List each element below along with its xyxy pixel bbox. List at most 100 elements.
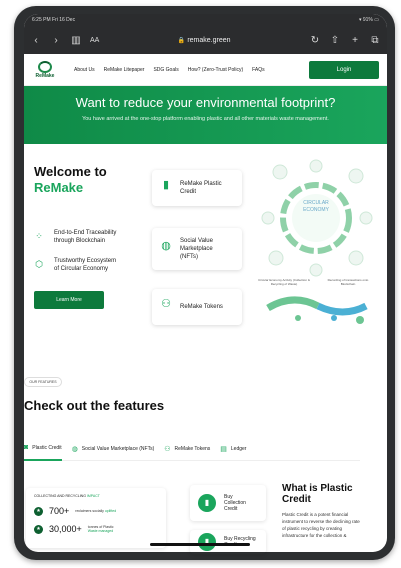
share-icon[interactable]: ⇧ <box>329 34 341 46</box>
impact-stat-tonnes-number: 30,000+ <box>49 524 82 534</box>
card-plastic-credit-line2: Credit <box>180 189 197 195</box>
card-social-value-line2: Marketplace <box>180 246 213 252</box>
battery-percent: 91% <box>362 17 373 23</box>
star-icon: ★ <box>34 524 43 534</box>
features-title: Check out the features <box>24 398 165 413</box>
impact-stat-tonnes-desc: tonnes of Plastic Waste managed <box>88 525 114 533</box>
impact-stat-tonnes: ★ 30,000+ tonnes of Plastic Waste manage… <box>34 524 158 534</box>
feature-traceability-text: End-to-End Traceability through Blockcha… <box>54 229 116 245</box>
feature-ecosystem-line2: of Circular Economy <box>54 266 109 272</box>
status-time: 6:25 PM Fri 16 Dec <box>32 17 76 23</box>
tokens-icon: ⚇ <box>161 298 171 310</box>
diagram-caption-left: Circular Economy Activity (Collection & … <box>258 278 310 286</box>
tabs-icon[interactable]: ⧉ <box>369 34 381 46</box>
features-tabs: ◙ Plastic Credit ◍ Social Value Marketpl… <box>24 437 360 461</box>
buy-collection-credit-text: Buy Collection Credit <box>224 494 246 512</box>
bottle-icon: ▮ <box>198 533 216 551</box>
browser-chrome: 6:25 PM Fri 16 Dec ▾ 91% ▭ ‹ › ▥ AA 🔒 rem… <box>24 14 387 54</box>
impact-heading-a: COLLECTING AND RECYCLING <box>34 494 86 498</box>
reload-icon[interactable]: ↻ <box>309 34 321 46</box>
forward-icon[interactable]: › <box>50 34 62 46</box>
battery-indicator: ▾ 91% ▭ <box>358 17 379 23</box>
plastic-credit-description: Plastic Credit is a potent financial ins… <box>282 512 360 538</box>
network-icon: ⁘ <box>35 231 43 241</box>
learn-more-button[interactable]: Learn More <box>34 291 104 309</box>
welcome-title-line1: Welcome to <box>34 164 107 179</box>
features-tag: OUR FEATURES <box>24 377 62 387</box>
tab-remake-tokens[interactable]: ⚇ ReMake Tokens <box>164 437 210 461</box>
impact-stat-reclaimers-number: 700+ <box>49 506 70 516</box>
bottle-icon: ▮ <box>198 494 216 512</box>
diagram-caption-right: Recording of transactions onto Blockchai… <box>327 278 369 286</box>
browser-toolbar: ‹ › ▥ AA 🔒 remake.green ↻ ⇧ + ⧉ <box>24 26 387 54</box>
book-icon[interactable]: ▥ <box>70 34 82 46</box>
impact-card: COLLECTING AND RECYCLING IMPACT ★ 700+ r… <box>26 488 166 548</box>
welcome-title-line2: ReMake <box>34 180 84 195</box>
address-url: remake.green <box>187 36 231 44</box>
plus-icon[interactable]: + <box>349 34 361 46</box>
buy-collection-line3: Credit <box>224 506 238 512</box>
impact-stat-reclaimers-desc-b: uplifted <box>104 509 117 513</box>
welcome-title: Welcome to ReMake <box>34 164 107 196</box>
impact-heading: COLLECTING AND RECYCLING IMPACT <box>34 494 158 498</box>
address-bar[interactable]: 🔒 remake.green <box>107 37 301 44</box>
plastic-credit-title: What is Plastic Credit <box>282 483 353 505</box>
card-social-value[interactable]: ◍ Social Value Marketplace (NFTs) <box>152 228 242 270</box>
hero-title: Want to reduce your environmental footpr… <box>75 95 336 110</box>
login-button[interactable]: Login <box>309 60 379 79</box>
globe-icon: ◍ <box>71 445 78 453</box>
tab-ledger-label: Ledger <box>230 445 247 452</box>
buy-collection-credit-card[interactable]: ▮ Buy Collection Credit <box>190 485 266 521</box>
impact-stat-reclaimers: ★ 700+ reclaimers socially uplifted <box>34 506 158 516</box>
lock-icon: 🔒 <box>177 37 186 44</box>
impact-heading-b: IMPACT <box>86 494 100 498</box>
nav-link-sdg[interactable]: SDG Goals <box>153 67 178 73</box>
tab-social-value-label: Social Value Marketplace (NFTs) <box>81 445 155 452</box>
star-icon: ★ <box>34 506 43 516</box>
feature-ecosystem: ⬡ Trustworthy Ecosystem of Circular Econ… <box>34 257 116 273</box>
bottle-icon: ▮ <box>162 179 170 191</box>
nav-link-litepaper[interactable]: ReMake Litepaper <box>104 67 145 73</box>
tab-ledger[interactable]: ▤ Ledger <box>220 437 246 461</box>
card-remake-tokens-line1: ReMake Tokens <box>180 304 223 310</box>
nav-link-faqs[interactable]: FAQs <box>252 67 265 73</box>
welcome-section: Welcome to ReMake ⁘ End-to-End Traceabil… <box>24 144 387 370</box>
card-social-value-line1: Social Value <box>180 238 213 244</box>
browser-screen: 6:25 PM Fri 16 Dec ▾ 91% ▭ ‹ › ▥ AA 🔒 rem… <box>24 14 387 552</box>
site-nav: ReMake About Us ReMake Litepaper SDG Goa… <box>24 54 387 86</box>
logo-text: ReMake <box>35 72 55 79</box>
nav-link-about[interactable]: About Us <box>74 67 95 73</box>
tab-social-value[interactable]: ◍ Social Value Marketplace (NFTs) <box>72 437 155 461</box>
remake-logo[interactable]: ReMake <box>32 60 58 79</box>
card-plastic-credit[interactable]: ▮ ReMake Plastic Credit <box>152 170 242 206</box>
nav-link-how[interactable]: How? (Zero-Trust Policy) <box>188 67 243 73</box>
card-plastic-credit-text: ReMake Plastic Credit <box>180 180 222 196</box>
plastic-credit-icon: ◙ <box>24 444 29 451</box>
reader-aa-button[interactable]: AA <box>90 37 99 44</box>
card-plastic-credit-line1: ReMake Plastic <box>180 181 222 187</box>
status-bar: 6:25 PM Fri 16 Dec ▾ 91% ▭ <box>24 14 387 26</box>
feature-ecosystem-line1: Trustworthy Ecosystem <box>54 258 117 264</box>
cube-icon: ⬡ <box>35 259 43 269</box>
circular-economy-diagram: CIRCULAR ECONOMY Circular Economy Activi… <box>258 158 378 343</box>
nav-links: About Us ReMake Litepaper SDG Goals How?… <box>74 67 265 73</box>
buy-recycling-credit-card[interactable]: ▮ Buy Recycling Credit <box>190 530 266 554</box>
globe-icon: ◍ <box>161 240 171 252</box>
hero-subtitle: You have arrived at the one-stop platfor… <box>82 116 329 122</box>
tab-remake-tokens-label: ReMake Tokens <box>174 445 211 452</box>
tab-plastic-credit[interactable]: ◙ Plastic Credit <box>24 437 62 461</box>
card-social-value-text: Social Value Marketplace (NFTs) <box>180 237 213 261</box>
impact-stat-reclaimers-desc: reclaimers socially uplifted <box>75 509 116 513</box>
ledger-icon: ▤ <box>220 445 227 453</box>
feature-traceability-line2: through Blockchain <box>54 238 106 244</box>
logo-mark-icon <box>38 60 52 73</box>
feature-traceability-line1: End-to-End Traceability <box>54 230 117 236</box>
tab-plastic-credit-label: Plastic Credit <box>32 444 62 451</box>
back-icon[interactable]: ‹ <box>30 34 42 46</box>
card-remake-tokens[interactable]: ⚇ ReMake Tokens <box>152 289 242 325</box>
tokens-icon: ⚇ <box>164 445 171 453</box>
impact-stat-tonnes-desc-b: Waste managed <box>87 529 114 533</box>
diagram-center-label: CIRCULAR ECONOMY <box>303 200 329 213</box>
card-social-value-line3: (NFTs) <box>180 254 198 260</box>
home-indicator[interactable] <box>150 543 250 546</box>
